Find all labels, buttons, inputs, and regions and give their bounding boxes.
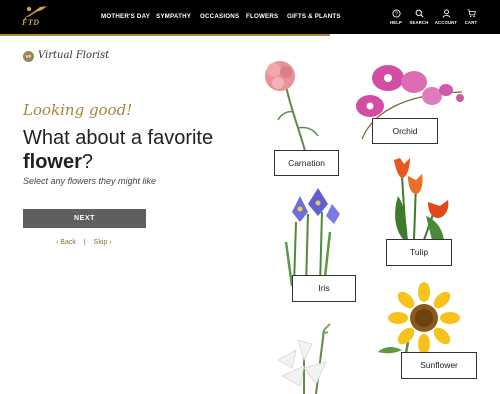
sunflower-label[interactable]: Sunflower [401,352,477,379]
carnation-label[interactable]: Carnation [274,150,339,176]
carnation-option[interactable] [258,56,338,156]
prompt-question: What about a favorite flower? [23,126,233,174]
nav-occasions[interactable]: OCCASIONS [200,13,239,20]
iris-label[interactable]: Iris [292,275,356,302]
nav-sympathy[interactable]: SYMPATHY [156,13,191,20]
back-link[interactable]: ‹ Back [56,239,76,246]
virtual-florist-name: Virtual Florist [38,50,110,61]
skip-link[interactable]: Skip › [94,239,112,246]
search-label: SEARCH [409,20,429,25]
virtual-florist-badge: VF [23,51,34,62]
link-divider: | [83,239,86,246]
iris-image [284,188,340,287]
cart-button[interactable]: CART [456,9,486,25]
search-icon [415,9,423,18]
carnation-image [265,61,319,155]
tulip-label[interactable]: Tulip [386,239,452,266]
skip-label: Skip [93,239,108,246]
back-skip-links: ‹ Back | Skip › [56,239,112,246]
svg-text:?: ? [395,12,398,18]
next-button[interactable]: NEXT [23,209,146,228]
question-bold: flower [23,151,82,173]
tulip-option[interactable] [388,156,456,241]
back-label: Back [60,239,76,246]
iris-option[interactable] [278,182,344,287]
tulip-image [394,158,449,241]
prompt-subtitle: Select any flowers they might like [23,176,157,186]
logo-text: FTD [22,18,40,27]
cart-label: CART [464,20,478,25]
question-start: What about a favorite [23,127,214,149]
header-accent-rule [0,34,330,36]
account-icon [442,9,450,18]
nav-gifts-plants[interactable]: GIFTS & PLANTS [287,13,341,20]
nav-mothers-day[interactable]: MOTHER'S DAY [101,13,150,20]
nav-flowers[interactable]: FLOWERS [246,13,278,20]
search-button[interactable]: SEARCH [404,9,434,25]
cart-icon [466,9,476,18]
help-icon: ? [391,9,401,18]
question-end: ? [81,151,94,173]
lily-option[interactable] [264,320,340,394]
prompt-eyebrow: Looking good! [23,101,133,119]
lily-image [277,323,331,394]
top-header: FTD MOTHER'S DAY SYMPATHY OCCASIONS FLOW… [0,0,500,34]
orchid-label[interactable]: Orchid [372,118,438,144]
